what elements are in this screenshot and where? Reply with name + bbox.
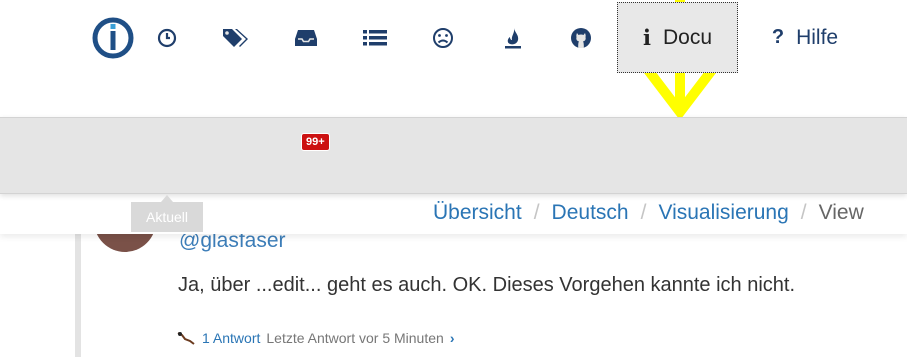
clock-icon [157, 28, 177, 47]
breadcrumb-separator: / [800, 201, 807, 224]
breadcrumb-item-visualisierung[interactable]: Visualisierung [658, 201, 788, 225]
tooltip-arrow [161, 195, 173, 202]
breadcrumb-separator: / [533, 201, 540, 224]
chevron-right-icon[interactable]: › [450, 330, 455, 346]
nav-categories-button[interactable] [361, 0, 389, 75]
breadcrumb-separator: / [640, 201, 647, 224]
nav-github-button[interactable] [567, 0, 595, 75]
nav-unread-button[interactable] [291, 0, 321, 75]
breadcrumb-item-deutsch[interactable]: Deutsch [552, 201, 629, 225]
nav-tags-button[interactable] [221, 0, 251, 75]
nav-hilfe-button[interactable]: ? Hilfe [765, 0, 845, 75]
nav-sad-button[interactable] [429, 0, 457, 75]
breadcrumb: Übersicht / Deutsch / Visualisierung / V… [433, 201, 864, 225]
breadcrumb-item-uebersicht[interactable]: Übersicht [433, 201, 522, 225]
replies-link[interactable]: 1 Antwort [202, 330, 260, 346]
nav-recent-button[interactable] [153, 0, 181, 75]
frown-icon [433, 27, 453, 48]
post-content: Ja, über ...edit... geht es auch. OK. Di… [178, 274, 796, 296]
replier-avatar-icon [177, 332, 195, 345]
unread-count-badge: 99+ [301, 133, 330, 151]
nav-popular-button[interactable] [500, 0, 526, 75]
thread-line [75, 234, 81, 357]
inbox-icon [295, 29, 317, 46]
github-icon [571, 27, 591, 48]
fire-icon [505, 27, 521, 48]
breadcrumb-current: View [818, 201, 864, 224]
info-icon: i [642, 25, 651, 50]
tags-icon [223, 28, 248, 47]
last-reply-text: Letzte Antwort vor 5 Minuten [266, 330, 444, 346]
hilfe-label: Hilfe [796, 25, 839, 49]
docu-label: Docu [662, 25, 712, 49]
nav-docu-button[interactable]: i Docu [617, 2, 738, 73]
replies-row[interactable]: 1 Antwort Letzte Antwort vor 5 Minuten › [176, 330, 454, 346]
list-icon [363, 29, 387, 45]
question-icon: ? [771, 26, 785, 48]
logo-icon[interactable] [92, 0, 134, 75]
navbar [0, 117, 907, 194]
tooltip: Aktuell [131, 202, 203, 232]
